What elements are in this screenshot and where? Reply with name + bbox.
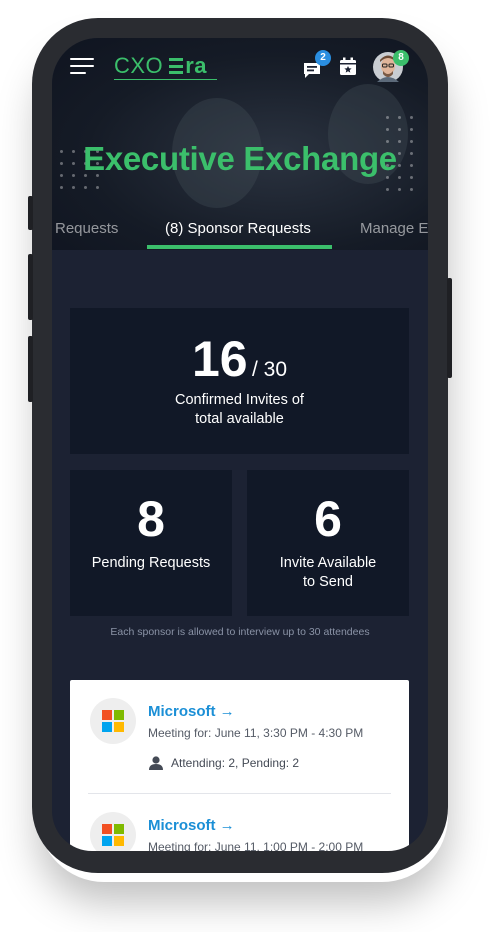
side-button-volume-up bbox=[28, 254, 33, 320]
profile-badge: 8 bbox=[393, 50, 409, 66]
available-label-line1: Invite Available bbox=[279, 555, 377, 571]
page-title: Executive Exchange bbox=[83, 140, 397, 177]
confirmed-total: / 30 bbox=[252, 358, 288, 381]
sponsor-row[interactable]: Microsoft → Meeting for: June 11, 3:30 P… bbox=[70, 680, 409, 792]
attendance-status-text: Attending: 2, Pending: 2 bbox=[171, 756, 300, 770]
confirmed-invites-card: 16 / 30 Confirmed Invites of total avail… bbox=[70, 308, 409, 454]
sponsor-limit-note: Each sponsor is allowed to interview up … bbox=[110, 626, 370, 638]
tab-requests[interactable]: Requests bbox=[55, 220, 118, 237]
confirmed-count: 16 bbox=[191, 331, 248, 387]
sponsor-name-link[interactable]: Microsoft → bbox=[148, 703, 235, 720]
pending-count: 8 bbox=[137, 491, 165, 547]
logo-underline bbox=[114, 79, 217, 80]
side-button-power bbox=[447, 278, 452, 378]
tab-manage-events[interactable]: Manage E bbox=[360, 220, 428, 237]
invites-available-card[interactable]: 6 Invite Available to Send bbox=[247, 470, 409, 616]
logo-e-mark bbox=[169, 58, 184, 74]
available-count: 6 bbox=[314, 491, 342, 547]
sponsor-row[interactable]: Microsoft → Meeting for: June 11, 1:00 P… bbox=[70, 794, 409, 851]
side-button-volume-down bbox=[28, 336, 33, 402]
messages-icon[interactable]: 2 bbox=[302, 50, 331, 80]
meeting-time: Meeting for: June 11, 1:00 PM - 2:00 PM bbox=[148, 840, 364, 851]
side-button-mute bbox=[28, 196, 33, 230]
messages-badge: 2 bbox=[315, 50, 331, 66]
confirmed-label-line2: total available bbox=[195, 411, 284, 427]
sponsor-request-list: Microsoft → Meeting for: June 11, 3:30 P… bbox=[70, 680, 409, 851]
microsoft-logo-icon bbox=[90, 812, 136, 851]
active-tab-indicator bbox=[147, 245, 332, 249]
person-icon bbox=[149, 756, 163, 770]
logo-text-cxo: CXO bbox=[114, 53, 164, 78]
available-label-line2: to Send bbox=[303, 574, 353, 590]
confirmed-label-line1: Confirmed Invites of bbox=[175, 392, 304, 408]
pending-label: Pending Requests bbox=[91, 555, 211, 571]
app-screen: CXO ra 2 8 Executive Exchange Requests (… bbox=[52, 38, 428, 851]
microsoft-logo-icon bbox=[90, 698, 136, 744]
calendar-icon[interactable] bbox=[339, 57, 357, 77]
tab-sponsor-requests[interactable]: (8) Sponsor Requests bbox=[165, 220, 311, 237]
attendance-status: Attending: 2, Pending: 2 bbox=[148, 756, 299, 770]
logo-text-ra: ra bbox=[185, 53, 207, 78]
meeting-time: Meeting for: June 11, 3:30 PM - 4:30 PM bbox=[148, 726, 364, 740]
cxo-era-logo[interactable]: CXO ra bbox=[114, 52, 207, 80]
sponsor-name-link[interactable]: Microsoft → bbox=[148, 817, 235, 834]
hamburger-menu-icon[interactable] bbox=[70, 58, 94, 74]
pending-requests-card[interactable]: 8 Pending Requests bbox=[70, 470, 232, 616]
profile-avatar[interactable]: 8 bbox=[373, 50, 409, 82]
